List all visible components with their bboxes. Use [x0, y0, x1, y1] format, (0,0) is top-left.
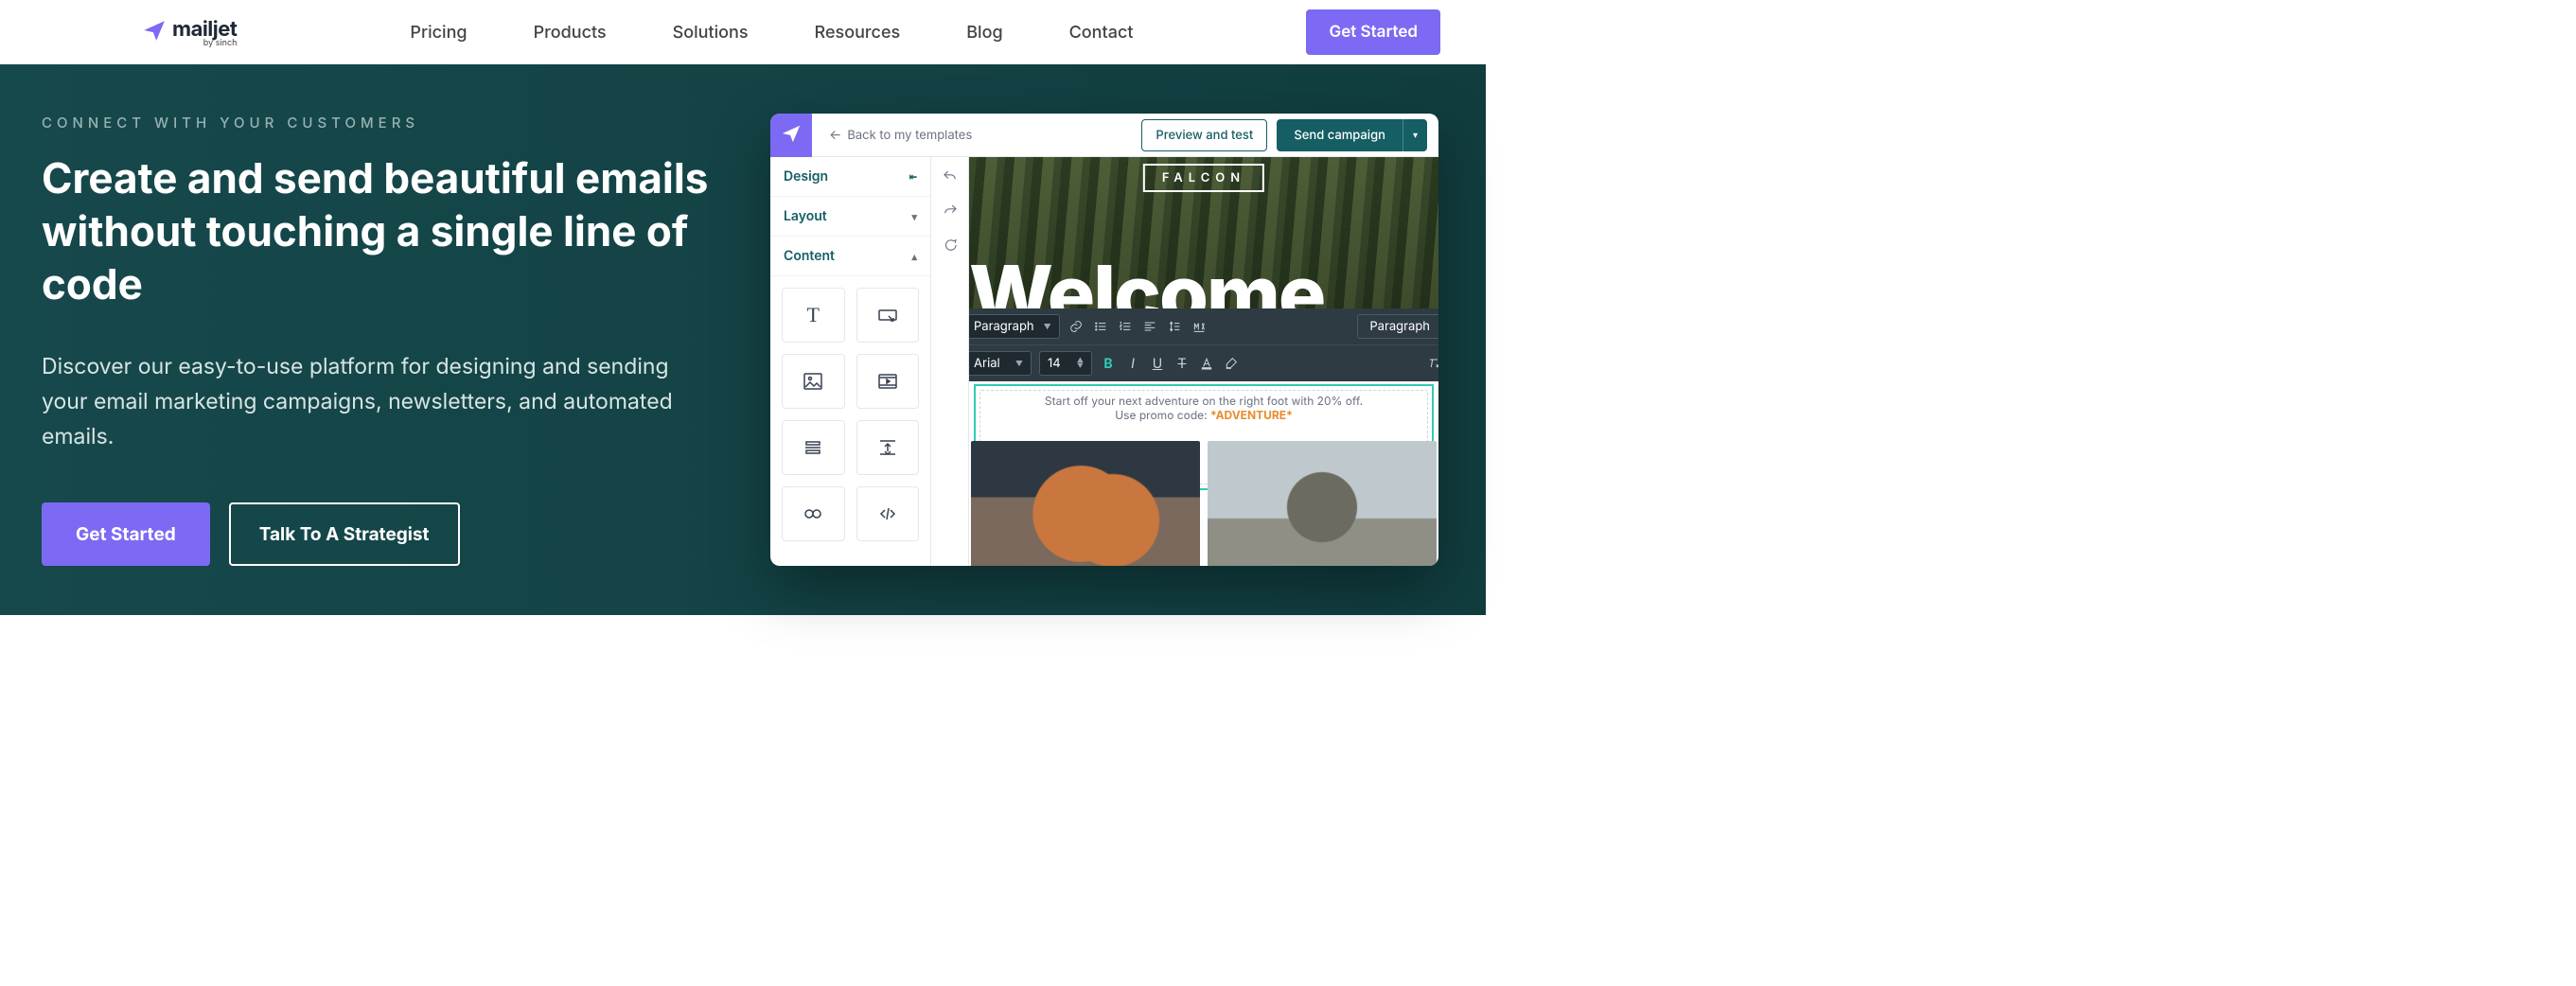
preview-test-button[interactable]: Preview and test: [1141, 119, 1267, 151]
chevron-down-icon: ▾: [911, 210, 917, 223]
left-palette: Design ⇤ Layout ▾ Content ▴ T: [770, 157, 931, 566]
back-link-label: Back to my templates: [847, 128, 972, 143]
nav-pricing[interactable]: Pricing: [410, 23, 467, 43]
comment-icon[interactable]: [942, 237, 959, 257]
palette-layout-row[interactable]: Layout ▾: [770, 197, 930, 237]
palette-design-row[interactable]: Design ⇤: [770, 157, 930, 197]
hero-buttons: Get Started Talk To A Strategist: [42, 502, 723, 566]
highlight-icon[interactable]: [1223, 355, 1240, 372]
paper-plane-icon: [781, 123, 802, 148]
hero: CONNECT WITH YOUR CUSTOMERS Create and s…: [0, 64, 1486, 615]
editor-topbar: ← Back to my templates Preview and test …: [770, 114, 1438, 157]
paragraph-pill[interactable]: Paragraph: [1357, 314, 1438, 339]
letter-spacing-icon[interactable]: [1191, 318, 1208, 335]
text-color-icon[interactable]: [1198, 355, 1215, 372]
hero-headline: Create and send beautiful emails without…: [42, 152, 723, 311]
strikethrough-icon[interactable]: T: [1173, 355, 1191, 372]
hero-headline-line2: without touching a single line of code: [42, 205, 688, 309]
paragraph-style-select[interactable]: Paragraph▼: [969, 314, 1060, 339]
social-block[interactable]: [782, 486, 845, 541]
video-block[interactable]: [856, 354, 920, 409]
bold-icon[interactable]: B: [1100, 355, 1117, 372]
redo-icon[interactable]: [942, 202, 959, 223]
spacer-block[interactable]: [856, 420, 920, 475]
product-images-row: [969, 441, 1438, 566]
content-blocks-grid: T: [770, 276, 930, 553]
hero-headline-line1: Create and send beautiful emails: [42, 152, 708, 203]
back-to-templates-link[interactable]: ← Back to my templates: [829, 127, 972, 143]
html-block[interactable]: [856, 486, 920, 541]
numbered-list-icon[interactable]: [1117, 318, 1134, 335]
underline-icon[interactable]: U: [1149, 355, 1166, 372]
link-icon[interactable]: [1067, 318, 1085, 335]
hero-subcopy: Discover our easy-to-use platform for de…: [42, 349, 685, 453]
top-nav: mailjet by sinch Pricing Products Soluti…: [0, 0, 1486, 64]
palette-layout-label: Layout: [784, 208, 827, 224]
template-brand-mark: FALCON: [1143, 164, 1264, 192]
undo-icon[interactable]: [942, 168, 959, 189]
font-size-value: 14: [1048, 356, 1061, 371]
font-size-select[interactable]: 14 ▲▼: [1039, 351, 1092, 376]
align-icon[interactable]: [1141, 318, 1158, 335]
italic-icon[interactable]: I: [1124, 355, 1141, 372]
nav-items: Pricing Products Solutions Resources Blo…: [237, 23, 1306, 43]
product-image-boots[interactable]: [971, 441, 1200, 566]
text-toolbar: Paragraph▼ Paragraph Arial▼: [969, 308, 1438, 381]
nav-solutions[interactable]: Solutions: [673, 23, 749, 43]
clear-format-icon[interactable]: [1425, 355, 1438, 372]
promo-line-1: Start off your next adventure on the rig…: [985, 394, 1422, 408]
font-family-select[interactable]: Arial▼: [969, 351, 1032, 376]
promo-line-2: Use promo code: *ADVENTURE*: [985, 408, 1422, 422]
get-started-button[interactable]: Get Started: [42, 502, 210, 566]
paragraph-style-value: Paragraph: [974, 319, 1034, 334]
image-block[interactable]: [782, 354, 845, 409]
editor-logo[interactable]: [770, 114, 812, 157]
hero-eyebrow: CONNECT WITH YOUR CUSTOMERS: [42, 114, 723, 132]
send-campaign-caret-button[interactable]: ▾: [1403, 119, 1427, 151]
paper-plane-icon: [142, 18, 172, 46]
hero-image: FALCON Welcome: [969, 157, 1438, 318]
divider-block[interactable]: [782, 420, 845, 475]
editor-top-actions: Preview and test Send campaign ▾: [1141, 119, 1427, 151]
text-block[interactable]: T: [782, 288, 845, 343]
bullet-list-icon[interactable]: [1092, 318, 1109, 335]
nav-cta-button[interactable]: Get Started: [1306, 9, 1440, 55]
promo-code: *ADVENTURE*: [1210, 408, 1293, 422]
brand-logo[interactable]: mailjet by sinch: [142, 13, 237, 51]
hero-copy: CONNECT WITH YOUR CUSTOMERS Create and s…: [42, 114, 723, 566]
arrow-left-icon: ←: [829, 127, 841, 143]
editor-canvas[interactable]: FALCON Welcome Paragraph▼: [969, 157, 1438, 566]
nav-resources[interactable]: Resources: [815, 23, 901, 43]
nav-blog[interactable]: Blog: [966, 23, 1002, 43]
palette-content-row[interactable]: Content ▴: [770, 237, 930, 276]
send-campaign-button[interactable]: Send campaign: [1277, 119, 1403, 151]
email-editor: ← Back to my templates Preview and test …: [770, 114, 1438, 566]
collapse-left-icon: ⇤: [909, 169, 917, 185]
palette-design-label: Design: [784, 168, 828, 185]
product-image-hiker[interactable]: [1208, 441, 1437, 566]
chevron-up-icon: ▴: [911, 250, 917, 263]
editor-body: Design ⇤ Layout ▾ Content ▴ T: [770, 157, 1438, 566]
nav-contact[interactable]: Contact: [1069, 23, 1134, 43]
line-height-icon[interactable]: [1166, 318, 1183, 335]
palette-content-label: Content: [784, 248, 835, 264]
button-block[interactable]: [856, 288, 920, 343]
font-family-value: Arial: [974, 356, 1000, 371]
nav-products[interactable]: Products: [534, 23, 607, 43]
history-column: [931, 157, 969, 566]
talk-to-strategist-button[interactable]: Talk To A Strategist: [229, 502, 460, 566]
